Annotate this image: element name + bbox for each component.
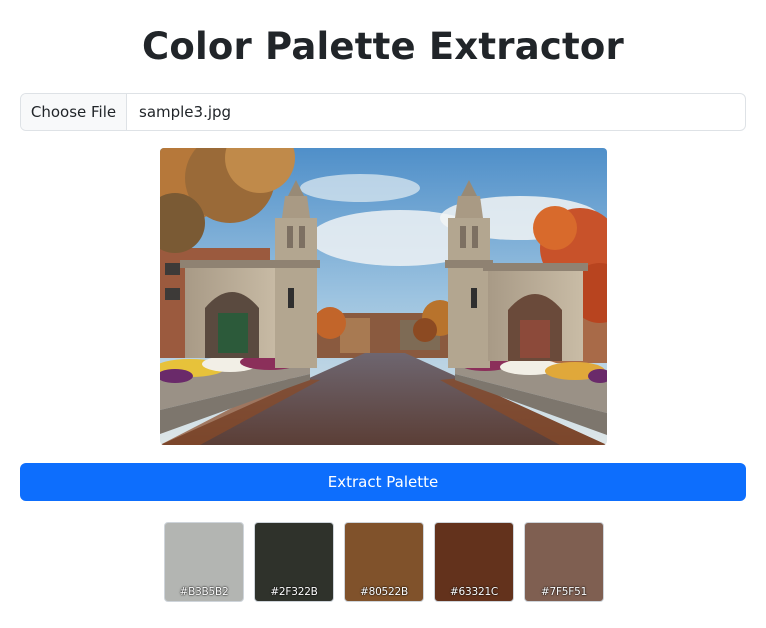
color-swatch[interactable]: #2F322B [254, 522, 334, 602]
swatch-hex-label: #B3B5B2 [179, 586, 229, 598]
extract-palette-button[interactable]: Extract Palette [20, 463, 746, 501]
file-input[interactable]: Choose File sample3.jpg [20, 93, 746, 131]
palette-swatches: #B3B5B2 #2F322B #80522B #63321C #7F5F51 [164, 522, 604, 602]
swatch-hex-label: #7F5F51 [540, 586, 588, 598]
color-swatch[interactable]: #B3B5B2 [164, 522, 244, 602]
preview-image [160, 148, 607, 445]
selected-file-name: sample3.jpg [139, 103, 232, 121]
color-swatch[interactable]: #7F5F51 [524, 522, 604, 602]
choose-file-button[interactable]: Choose File [21, 94, 127, 130]
color-swatch[interactable]: #63321C [434, 522, 514, 602]
color-swatch[interactable]: #80522B [344, 522, 424, 602]
swatch-hex-label: #2F322B [270, 586, 318, 598]
swatch-hex-label: #80522B [359, 586, 408, 598]
page-title: Color Palette Extractor [142, 25, 624, 68]
swatch-hex-label: #63321C [449, 586, 499, 598]
